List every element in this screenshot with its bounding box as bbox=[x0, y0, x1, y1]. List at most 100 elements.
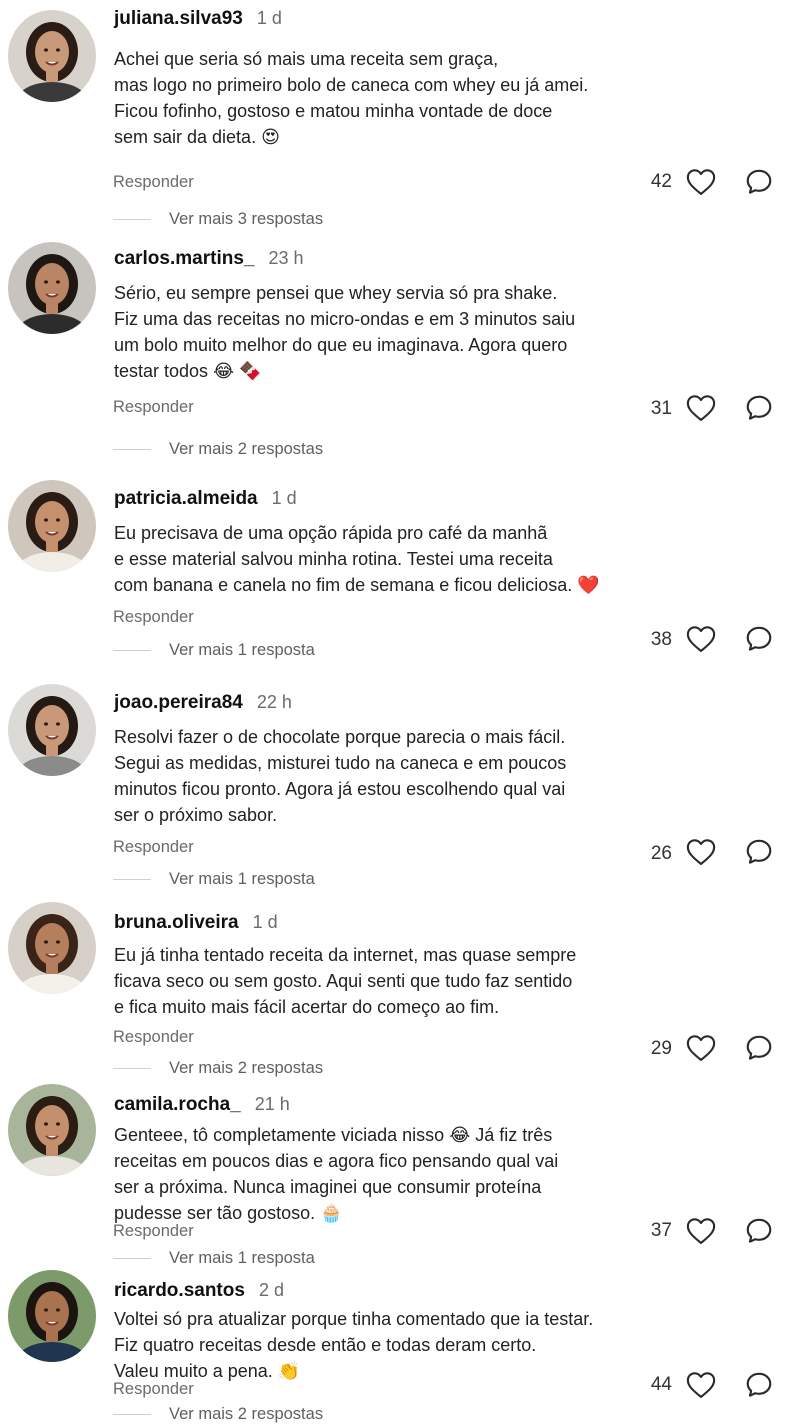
view-more-replies[interactable]: Ver mais 2 respostas bbox=[113, 1405, 323, 1424]
divider-line bbox=[113, 1414, 151, 1416]
comment-line: Eu precisava de uma opção rápida pro caf… bbox=[114, 523, 548, 543]
comment-text: Eu já tinha tentado receita da internet,… bbox=[114, 942, 644, 1020]
timestamp: 22 h bbox=[256, 692, 292, 712]
comment-line: Fiz uma das receitas no micro-ondas e em… bbox=[114, 309, 576, 329]
reply-button[interactable]: Responder bbox=[113, 1028, 194, 1047]
reply-bubble-icon[interactable] bbox=[744, 1370, 774, 1400]
like-count: 38 bbox=[650, 629, 672, 650]
reply-bubble-icon[interactable] bbox=[744, 1033, 774, 1063]
username[interactable]: bruna.oliveira bbox=[114, 912, 239, 933]
reply-bubble-icon[interactable] bbox=[744, 837, 774, 867]
comment-text: Sério, eu sempre pensei que whey servia … bbox=[114, 280, 644, 384]
comment-line: sem sair da dieta. 😍 bbox=[114, 127, 280, 147]
view-more-replies-label: Ver mais 1 resposta bbox=[169, 870, 315, 888]
like-count: 29 bbox=[650, 1038, 672, 1059]
avatar[interactable] bbox=[8, 902, 96, 994]
comment-line: e esse material salvou minha rotina. Tes… bbox=[114, 549, 553, 569]
comment-line: Eu já tinha tentado receita da internet,… bbox=[114, 945, 577, 965]
avatar[interactable] bbox=[8, 10, 96, 102]
reply-button[interactable]: Responder bbox=[113, 608, 194, 627]
username[interactable]: joao.pereira84 bbox=[114, 692, 243, 713]
comment-text: Resolvi fazer o de chocolate porque pare… bbox=[114, 724, 644, 828]
comment-line: minutos ficou pronto. Agora já estou esc… bbox=[114, 779, 566, 799]
view-more-replies-label: Ver mais 2 respostas bbox=[169, 1059, 324, 1077]
comment-header: carlos.martins_ 23 h bbox=[114, 248, 304, 270]
heart-icon[interactable] bbox=[686, 1217, 716, 1245]
divider-line bbox=[113, 449, 151, 451]
heart-icon[interactable] bbox=[686, 168, 716, 196]
avatar[interactable] bbox=[8, 1084, 96, 1176]
like-count: 37 bbox=[650, 1220, 672, 1241]
divider-line bbox=[113, 650, 151, 652]
comment-line: Sério, eu sempre pensei que whey servia … bbox=[114, 283, 558, 303]
view-more-replies[interactable]: Ver mais 1 resposta bbox=[113, 1249, 315, 1268]
view-more-replies[interactable]: Ver mais 1 resposta bbox=[113, 870, 315, 889]
reply-bubble-icon[interactable] bbox=[744, 393, 774, 423]
username[interactable]: juliana.silva93 bbox=[114, 8, 243, 29]
comment-line: Resolvi fazer o de chocolate porque pare… bbox=[114, 727, 566, 747]
comment-text: Genteee, tô completamente viciada nisso … bbox=[114, 1122, 644, 1226]
comment-line: Segui as medidas, misturei tudo na canec… bbox=[114, 753, 567, 773]
timestamp: 1 d bbox=[256, 8, 282, 28]
comment-text: Eu precisava de uma opção rápida pro caf… bbox=[114, 520, 644, 598]
divider-line bbox=[113, 1068, 151, 1070]
comment-line: Voltei só pra atualizar porque tinha com… bbox=[114, 1309, 594, 1329]
heart-icon[interactable] bbox=[686, 394, 716, 422]
username[interactable]: camila.rocha_ bbox=[114, 1094, 241, 1115]
avatar[interactable] bbox=[8, 480, 96, 572]
comment-header: camila.rocha_ 21 h bbox=[114, 1094, 290, 1116]
view-more-replies[interactable]: Ver mais 1 resposta bbox=[113, 641, 315, 660]
comment-line: e fica muito mais fácil acertar do começ… bbox=[114, 997, 500, 1017]
comment-line: Fiz quatro receitas desde então e todas … bbox=[114, 1335, 537, 1355]
reply-bubble-icon[interactable] bbox=[744, 624, 774, 654]
comment-header: bruna.oliveira 1 d bbox=[114, 912, 278, 934]
avatar[interactable] bbox=[8, 1270, 96, 1362]
comment-header: juliana.silva93 1 d bbox=[114, 8, 282, 30]
heart-icon[interactable] bbox=[686, 838, 716, 866]
view-more-replies-label: Ver mais 1 resposta bbox=[169, 1249, 315, 1267]
view-more-replies-label: Ver mais 3 respostas bbox=[169, 210, 324, 228]
comment-text: Voltei só pra atualizar porque tinha com… bbox=[114, 1306, 644, 1384]
heart-icon[interactable] bbox=[686, 1371, 716, 1399]
comment-line: ser a próxima. Nunca imaginei que consum… bbox=[114, 1177, 542, 1197]
username[interactable]: carlos.martins_ bbox=[114, 248, 254, 269]
reply-button[interactable]: Responder bbox=[113, 1222, 194, 1241]
avatar[interactable] bbox=[8, 684, 96, 776]
comment-line: ficava seco ou sem gosto. Aqui senti que… bbox=[114, 971, 573, 991]
comment-line: testar todos 😂 🍫 bbox=[114, 361, 262, 381]
view-more-replies[interactable]: Ver mais 2 respostas bbox=[113, 440, 323, 459]
divider-line bbox=[113, 1258, 151, 1260]
timestamp: 23 h bbox=[268, 248, 304, 268]
reply-button[interactable]: Responder bbox=[113, 398, 194, 417]
like-count: 26 bbox=[650, 843, 672, 864]
username[interactable]: patricia.almeida bbox=[114, 488, 258, 509]
comment-text: Achei que seria só mais uma receita sem … bbox=[114, 46, 644, 150]
divider-line bbox=[113, 219, 151, 221]
username[interactable]: ricardo.santos bbox=[114, 1280, 245, 1301]
timestamp: 1 d bbox=[271, 488, 297, 508]
comment-header: ricardo.santos 2 d bbox=[114, 1280, 284, 1302]
view-more-replies[interactable]: Ver mais 3 respostas bbox=[113, 210, 323, 229]
timestamp: 1 d bbox=[252, 912, 278, 932]
view-more-replies[interactable]: Ver mais 2 respostas bbox=[113, 1059, 323, 1078]
timestamp: 2 d bbox=[258, 1280, 284, 1300]
comment-line: Achei que seria só mais uma receita sem … bbox=[114, 49, 499, 69]
comment-header: joao.pereira84 22 h bbox=[114, 692, 292, 714]
divider-line bbox=[113, 879, 151, 881]
like-count: 31 bbox=[650, 398, 672, 419]
comment-line: mas logo no primeiro bolo de caneca com … bbox=[114, 75, 589, 95]
reply-button[interactable]: Responder bbox=[113, 173, 194, 192]
comment-line: receitas em poucos dias e agora fico pen… bbox=[114, 1151, 559, 1171]
view-more-replies-label: Ver mais 2 respostas bbox=[169, 1405, 324, 1423]
avatar[interactable] bbox=[8, 242, 96, 334]
heart-icon[interactable] bbox=[686, 1034, 716, 1062]
reply-bubble-icon[interactable] bbox=[744, 1216, 774, 1246]
reply-bubble-icon[interactable] bbox=[744, 167, 774, 197]
comment-line: um bolo muito melhor do que eu imaginava… bbox=[114, 335, 568, 355]
comment-header: patricia.almeida 1 d bbox=[114, 488, 297, 510]
reply-button[interactable]: Responder bbox=[113, 838, 194, 857]
heart-icon[interactable] bbox=[686, 625, 716, 653]
view-more-replies-label: Ver mais 1 resposta bbox=[169, 641, 315, 659]
reply-button[interactable]: Responder bbox=[113, 1380, 194, 1399]
comment-line: ser o próximo sabor. bbox=[114, 805, 278, 825]
